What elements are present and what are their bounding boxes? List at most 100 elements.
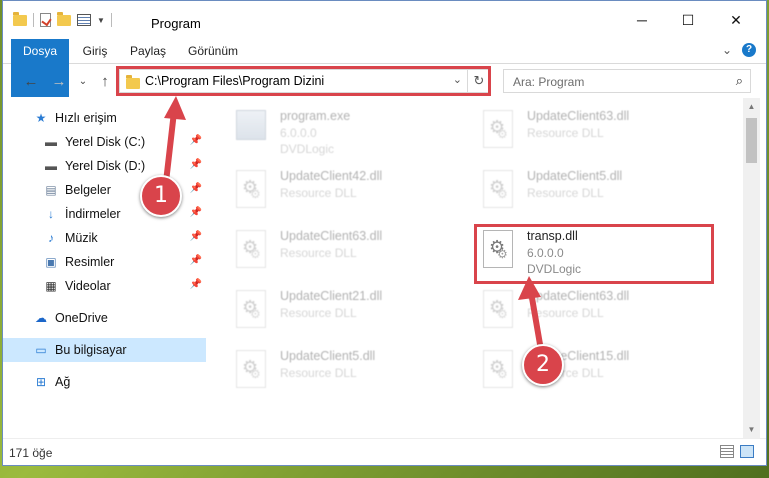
minimize-button[interactable]: ─ xyxy=(619,9,665,31)
document-icon: ▤ xyxy=(45,183,57,197)
file-item[interactable]: UpdateClient63.dll Resource DLL xyxy=(483,286,713,344)
nav-label: Videolar xyxy=(65,279,111,293)
dll-file-icon xyxy=(483,290,513,328)
quick-access-toolbar: ▼ xyxy=(13,11,112,27)
tab-view[interactable]: Görünüm xyxy=(181,39,245,63)
tiles-view-icon[interactable] xyxy=(740,445,754,458)
download-icon: ↓ xyxy=(48,207,54,221)
file-name: UpdateClient21.dll xyxy=(280,289,383,303)
navigation-pane: ★ Hızlı erişim ▬ Yerel Disk (C:) 📌 ▬ Yer… xyxy=(3,98,208,438)
nav-label: Belgeler xyxy=(65,183,111,197)
scroll-down-icon[interactable]: ▼ xyxy=(743,421,760,438)
title-bar: ▼ Program ─ ☐ ✕ xyxy=(3,1,766,39)
nav-local-disk-d[interactable]: ▬ Yerel Disk (D:) 📌 xyxy=(3,154,206,178)
drive-icon: ▬ xyxy=(45,159,57,173)
scroll-up-icon[interactable]: ▲ xyxy=(743,98,760,115)
maximize-button[interactable]: ☐ xyxy=(665,9,711,31)
address-highlight-box xyxy=(116,66,491,96)
vertical-scrollbar[interactable]: ▲ ▼ xyxy=(743,98,760,438)
music-icon: ♪ xyxy=(48,231,54,245)
pin-icon[interactable]: 📌 xyxy=(190,255,202,266)
network-icon: ⊞ xyxy=(35,375,47,389)
file-description: Resource DLL xyxy=(280,306,357,320)
tab-share[interactable]: Paylaş xyxy=(123,39,173,63)
window-title: Program xyxy=(151,16,201,31)
step-1-badge: 1 xyxy=(140,175,182,217)
file-name: UpdateClient5.dll xyxy=(527,169,623,183)
details-view-icon[interactable] xyxy=(720,445,734,458)
file-item[interactable]: UpdateClient5.dll Resource DLL xyxy=(236,346,466,404)
nav-label: Yerel Disk (D:) xyxy=(65,159,146,173)
nav-this-pc[interactable]: ▭ Bu bilgisayar xyxy=(3,338,206,362)
dll-file-icon xyxy=(236,230,266,268)
nav-label: Bu bilgisayar xyxy=(55,343,127,357)
file-name: UpdateClient42.dll xyxy=(280,169,383,183)
forward-button[interactable]: → xyxy=(49,73,69,90)
file-item[interactable]: UpdateClient63.dll Resource DLL xyxy=(236,226,466,284)
file-description: Resource DLL xyxy=(527,126,604,140)
dll-file-icon xyxy=(483,350,513,388)
nav-local-disk-c[interactable]: ▬ Yerel Disk (C:) 📌 xyxy=(3,130,206,154)
file-company: DVDLogic xyxy=(280,142,335,156)
folder-icon[interactable] xyxy=(13,11,27,26)
tab-home[interactable]: Giriş xyxy=(73,39,117,63)
customize-dropdown-icon[interactable]: ▼ xyxy=(97,16,105,25)
video-icon: ▦ xyxy=(45,279,57,293)
ribbon: Dosya Giriş Paylaş Görünüm ⌄ ? xyxy=(3,39,766,97)
pin-icon[interactable]: 📌 xyxy=(190,231,202,242)
file-highlight-box xyxy=(474,224,714,284)
pin-icon[interactable]: 📌 xyxy=(190,183,202,194)
view-options-icon[interactable] xyxy=(77,14,91,26)
nav-videos[interactable]: ▦ Videolar 📌 xyxy=(3,274,206,298)
recent-locations-dropdown[interactable]: ⌄ xyxy=(73,76,93,87)
star-icon: ★ xyxy=(35,111,47,125)
nav-onedrive[interactable]: ☁ OneDrive xyxy=(3,306,206,330)
file-name: UpdateClient5.dll xyxy=(280,349,376,363)
nav-network[interactable]: ⊞ Ağ xyxy=(3,370,206,394)
dll-file-icon xyxy=(236,350,266,388)
file-item[interactable]: UpdateClient15.dll Resource DLL xyxy=(483,346,713,404)
nav-pictures[interactable]: ▣ Resimler 📌 xyxy=(3,250,206,274)
nav-label: Yerel Disk (C:) xyxy=(65,135,146,149)
divider xyxy=(110,13,112,27)
search-placeholder: Ara: Program xyxy=(513,75,585,89)
help-icon[interactable]: ? xyxy=(742,43,756,57)
item-count: 171 öğe xyxy=(9,446,53,460)
properties-check-icon[interactable] xyxy=(40,13,51,27)
drive-icon: ▬ xyxy=(45,135,57,149)
up-button[interactable]: ↑ xyxy=(95,73,115,90)
file-item[interactable]: UpdateClient5.dll Resource DLL xyxy=(483,166,713,224)
cloud-icon: ☁ xyxy=(35,311,47,325)
search-icon[interactable]: ⌕ xyxy=(736,73,743,89)
file-description: Resource DLL xyxy=(527,186,604,200)
dll-file-icon xyxy=(236,290,266,328)
nav-label: Resimler xyxy=(65,255,115,269)
file-name: UpdateClient63.dll xyxy=(527,289,630,303)
pin-icon[interactable]: 📌 xyxy=(190,135,202,146)
expand-ribbon-icon[interactable]: ⌄ xyxy=(722,43,732,57)
nav-label: İndirmeler xyxy=(65,207,121,221)
search-box[interactable]: Ara: Program ⌕ xyxy=(503,69,751,93)
file-description: Resource DLL xyxy=(280,186,357,200)
file-item[interactable]: UpdateClient42.dll Resource DLL xyxy=(236,166,466,224)
file-version: 6.0.0.0 xyxy=(280,126,317,140)
divider xyxy=(33,13,34,27)
pin-icon[interactable]: 📌 xyxy=(190,207,202,218)
file-name: UpdateClient63.dll xyxy=(527,109,630,123)
close-button[interactable]: ✕ xyxy=(713,9,759,31)
back-button[interactable]: ← xyxy=(21,73,41,90)
nav-quick-access[interactable]: ★ Hızlı erişim xyxy=(3,106,206,130)
nav-music[interactable]: ♪ Müzik 📌 xyxy=(3,226,206,250)
picture-icon: ▣ xyxy=(45,255,57,269)
scroll-thumb[interactable] xyxy=(746,118,757,163)
file-description: Resource DLL xyxy=(280,246,357,260)
file-item[interactable]: program.exe 6.0.0.0 DVDLogic xyxy=(236,106,466,164)
file-item[interactable]: UpdateClient21.dll Resource DLL xyxy=(236,286,466,344)
nav-label: OneDrive xyxy=(55,311,108,325)
file-item[interactable]: UpdateClient63.dll Resource DLL xyxy=(483,106,713,164)
status-bar: 171 öğe xyxy=(3,438,766,466)
pin-icon[interactable]: 📌 xyxy=(190,279,202,290)
file-name: UpdateClient63.dll xyxy=(280,229,383,243)
pin-icon[interactable]: 📌 xyxy=(190,159,202,170)
new-folder-icon[interactable] xyxy=(57,11,71,26)
